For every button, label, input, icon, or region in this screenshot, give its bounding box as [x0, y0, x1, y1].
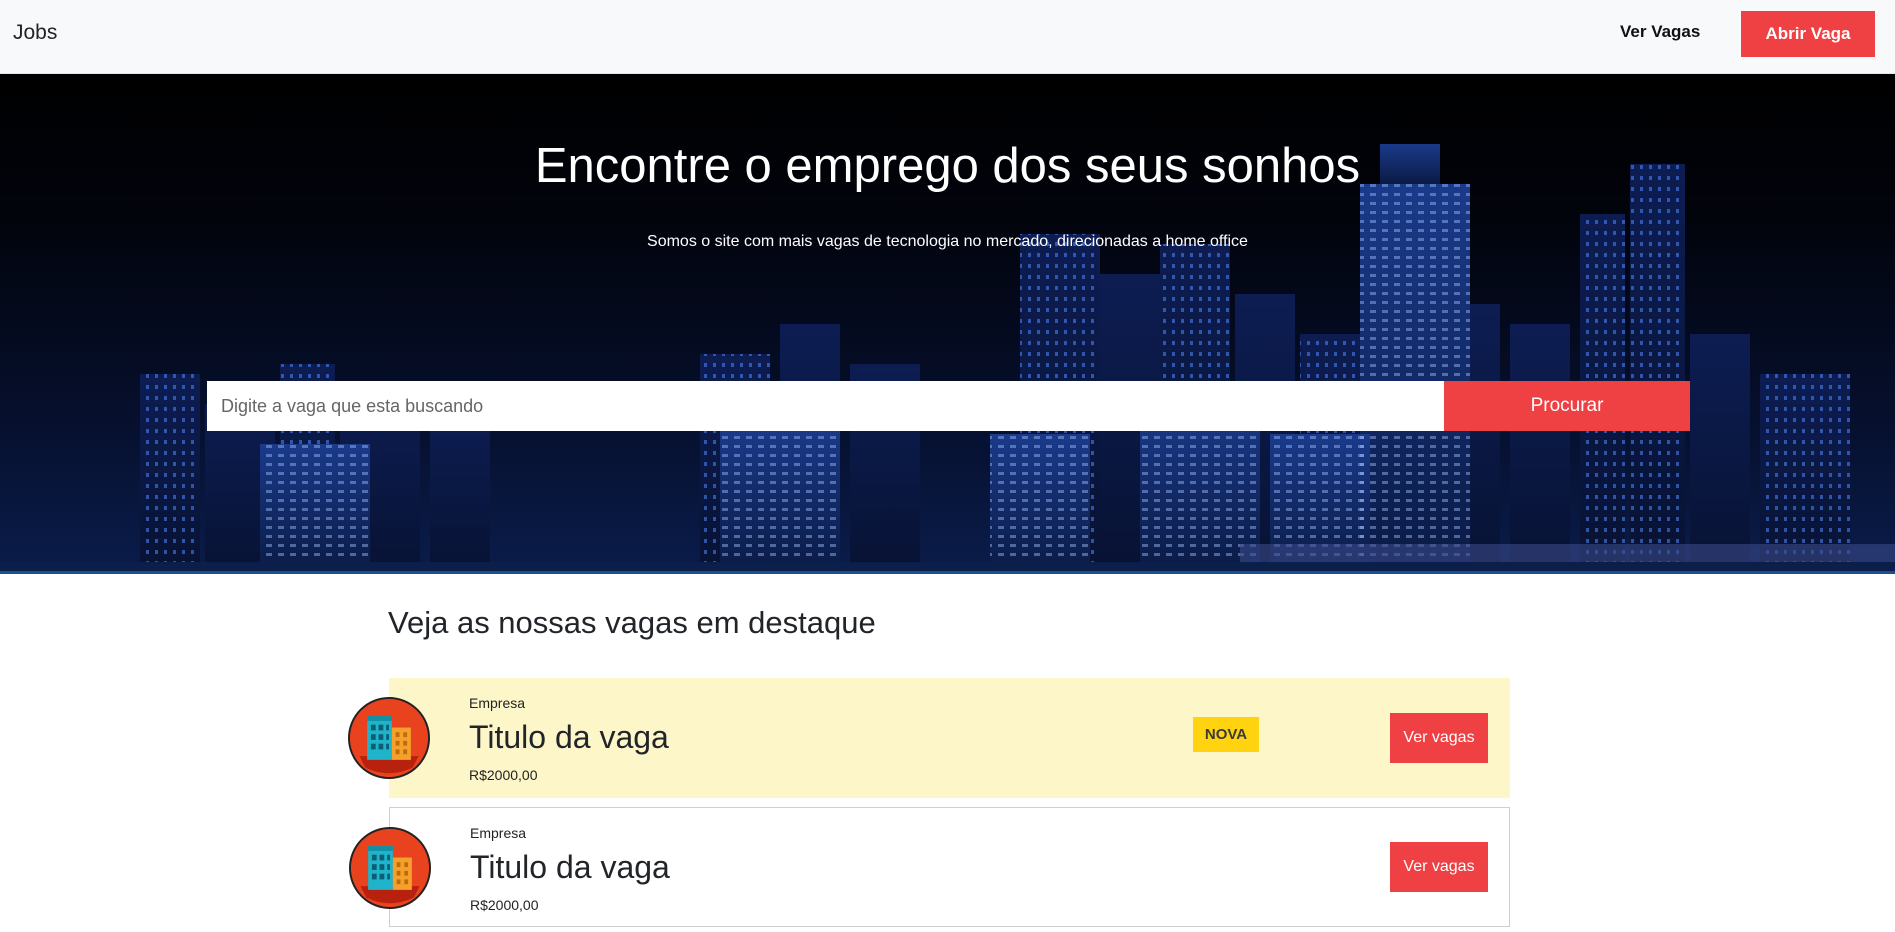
job-salary: R$2000,00 [469, 767, 538, 783]
hero-subtitle: Somos o site com mais vagas de tecnologi… [647, 233, 1248, 250]
job-title: Titulo da vaga [470, 849, 670, 885]
job-salary: R$2000,00 [470, 897, 539, 913]
search-button[interactable]: Procurar [1444, 381, 1690, 431]
ver-vagas-button[interactable]: Ver vagas [1390, 713, 1488, 763]
job-card: Empresa Titulo da vaga R$2000,00 NOVA Ve… [348, 678, 1510, 798]
navbar: Jobs Ver Vagas Abrir Vaga [0, 0, 1895, 74]
job-search-input[interactable] [207, 381, 1444, 431]
brand-logo[interactable]: Jobs [13, 21, 57, 45]
job-card: Empresa Titulo da vaga R$2000,00 Ver vag… [349, 807, 1510, 927]
featured-section-title: Veja as nossas vagas em destaque [388, 605, 876, 640]
ver-vagas-link[interactable]: Ver Vagas [1620, 22, 1700, 42]
abrir-vaga-button[interactable]: Abrir Vaga [1741, 11, 1875, 57]
new-badge: NOVA [1193, 717, 1259, 752]
building-icon [348, 697, 430, 779]
hero-title: Encontre o emprego dos seus sonhos [534, 139, 1361, 193]
building-icon [349, 827, 431, 909]
job-company: Empresa [470, 825, 527, 841]
ver-vagas-button[interactable]: Ver vagas [1390, 842, 1488, 892]
job-title: Titulo da vaga [469, 719, 669, 755]
job-company: Empresa [469, 695, 526, 711]
hero-banner: Encontre o emprego dos seus sonhos Somos… [0, 74, 1895, 574]
